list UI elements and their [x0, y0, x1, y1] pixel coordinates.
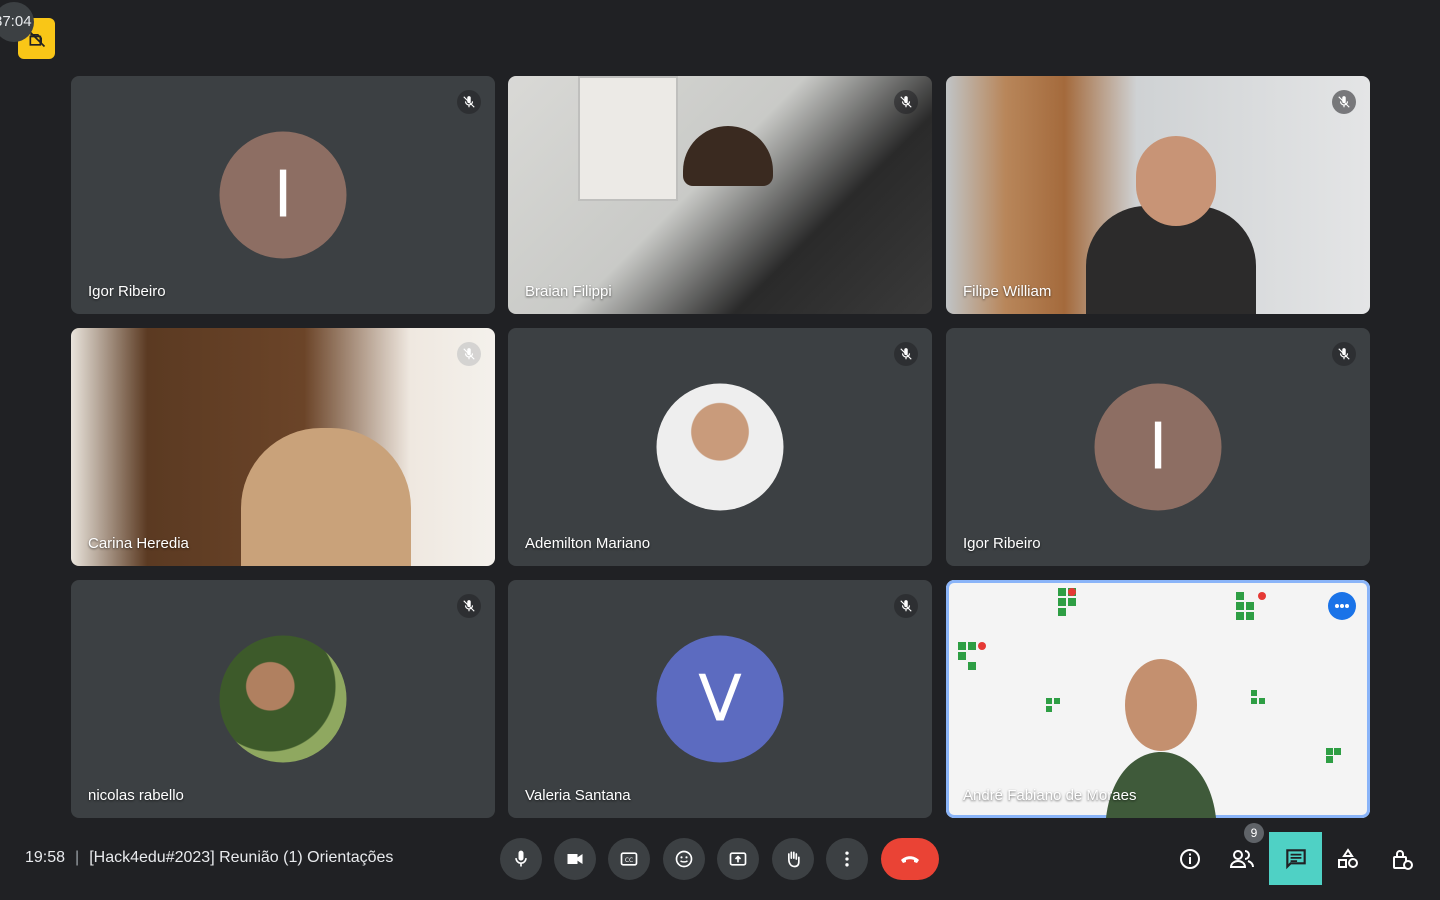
- participant-tile[interactable]: Ademilton Mariano: [508, 328, 932, 566]
- more-options-icon[interactable]: [1328, 592, 1356, 620]
- mic-muted-icon: [457, 90, 481, 114]
- host-controls-icon: [1393, 850, 1413, 870]
- avatar: [219, 635, 347, 763]
- people-button[interactable]: [1221, 838, 1263, 880]
- participant-name: Filipe William: [963, 283, 1052, 300]
- avatar: I: [219, 131, 347, 259]
- mic-muted-icon: [457, 594, 481, 618]
- mic-muted-icon: [894, 342, 918, 366]
- host-controls-button[interactable]: [1381, 838, 1423, 880]
- people-icon: [1229, 850, 1254, 868]
- avatar: V: [656, 635, 784, 763]
- participant-name: Igor Ribeiro: [88, 283, 166, 300]
- mic-muted-icon: [1332, 90, 1356, 114]
- meeting-details-button[interactable]: [1169, 838, 1211, 880]
- mic-muted-icon: [457, 342, 481, 366]
- svg-text:CC: CC: [625, 858, 633, 864]
- mic-icon: [515, 850, 527, 867]
- chat-button[interactable]: [1269, 832, 1322, 885]
- participant-name: Braian Filippi: [525, 283, 612, 300]
- mic-button[interactable]: [500, 838, 542, 880]
- activities-button[interactable]: [1327, 838, 1369, 880]
- avatar: [656, 383, 784, 511]
- participant-name: Valeria Santana: [525, 787, 631, 804]
- camera-icon: [567, 854, 583, 864]
- avatar: I: [1094, 383, 1222, 511]
- clock: 19:58: [25, 849, 66, 866]
- activities-icon: [1338, 848, 1358, 868]
- emoji-icon: [675, 850, 693, 868]
- raise-hand-icon: [788, 851, 800, 868]
- participant-tile[interactable]: Braian Filippi: [508, 76, 932, 314]
- captions-button[interactable]: CC: [608, 838, 650, 880]
- person-video: [683, 126, 773, 186]
- chat-icon: [1285, 848, 1306, 869]
- info-icon: [1180, 849, 1200, 869]
- meeting-info: 19:58 | [Hack4edu#2023] Reunião (1) Orient…: [25, 849, 394, 866]
- participant-name: André Fabiano de Moraes: [963, 787, 1137, 804]
- participant-tile[interactable]: nicolas rabello: [71, 580, 495, 818]
- person-video: [241, 428, 411, 566]
- present-icon: [729, 852, 747, 866]
- participant-tile[interactable]: Filipe William: [946, 76, 1370, 314]
- more-options-icon: [845, 851, 849, 867]
- participant-tile-speaking[interactable]: André Fabiano de Moraes: [946, 580, 1370, 818]
- bottom-bar: 19:58 | [Hack4edu#2023] Reunião (1) Orient…: [0, 820, 1440, 900]
- participants-count-badge: 9: [1244, 823, 1264, 843]
- participant-name: Igor Ribeiro: [963, 535, 1041, 552]
- participant-name: nicolas rabello: [88, 787, 184, 804]
- meeting-title: [Hack4edu#2023] Reunião (1) Orientações: [89, 849, 394, 866]
- participant-tile[interactable]: V Valeria Santana: [508, 580, 932, 818]
- camera-button[interactable]: [554, 838, 596, 880]
- virtual-background: [958, 588, 1341, 818]
- participant-name: Ademilton Mariano: [525, 535, 651, 552]
- end-call-button[interactable]: [881, 838, 939, 880]
- participant-name: Carina Heredia: [88, 535, 189, 552]
- raise-hand-button[interactable]: [772, 838, 814, 880]
- participant-tile[interactable]: I Igor Ribeiro: [71, 76, 495, 314]
- more-options-button[interactable]: [826, 838, 868, 880]
- end-call-icon: [901, 856, 919, 863]
- participant-tile[interactable]: Carina Heredia: [71, 328, 495, 566]
- whiteboard-background: [578, 76, 678, 201]
- emoji-button[interactable]: [663, 838, 705, 880]
- participant-tile[interactable]: I Igor Ribeiro: [946, 328, 1370, 566]
- present-button[interactable]: [717, 838, 759, 880]
- mic-muted-icon: [1332, 342, 1356, 366]
- mic-muted-icon: [894, 90, 918, 114]
- mic-muted-icon: [894, 594, 918, 618]
- captions-icon: CC: [620, 852, 638, 866]
